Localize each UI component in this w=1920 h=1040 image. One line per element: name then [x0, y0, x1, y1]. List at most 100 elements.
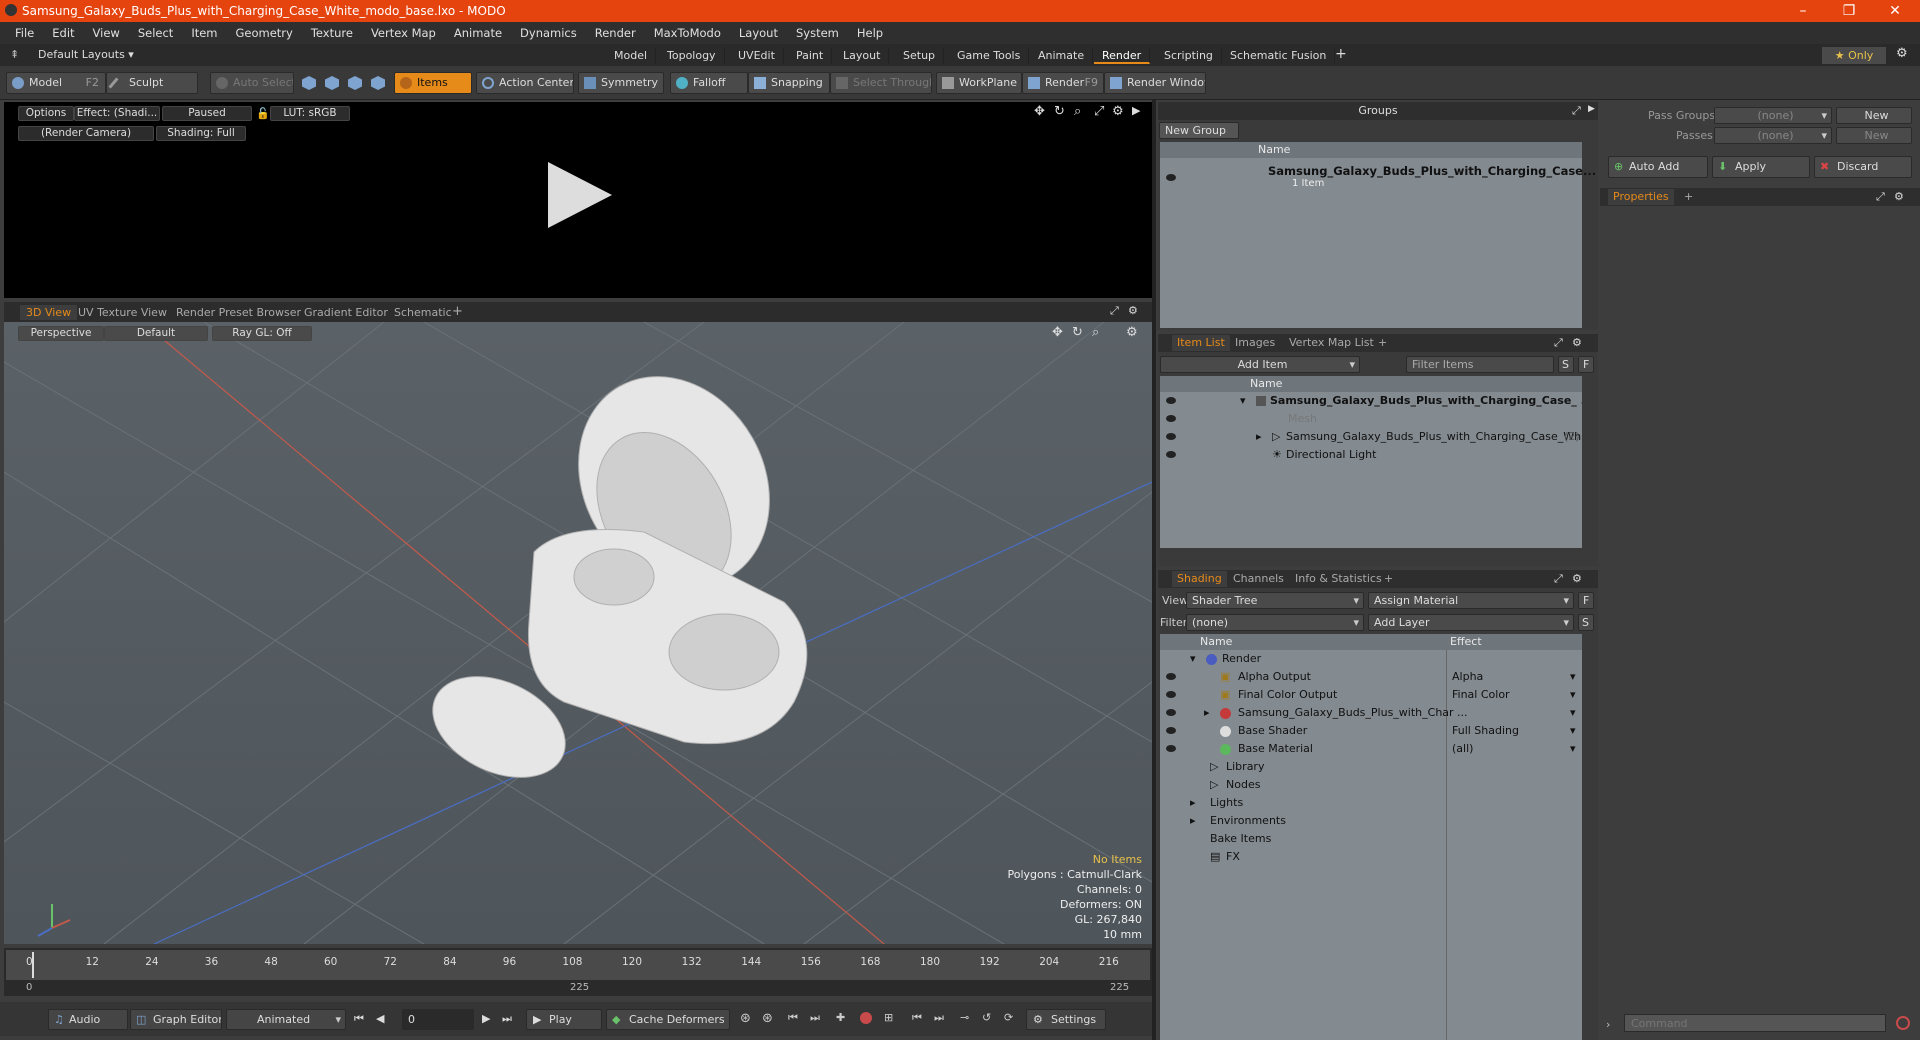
- tab-schematic-fusion[interactable]: Schematic Fusion: [1222, 47, 1336, 64]
- render-camera-dropdown[interactable]: (Render Camera): [18, 126, 154, 141]
- shader-row[interactable]: ▸ Environments: [1160, 812, 1582, 830]
- default-layouts-dropdown[interactable]: Default Layouts ▾: [38, 48, 134, 61]
- preview-paused-button[interactable]: Paused: [162, 106, 252, 121]
- menu-select[interactable]: Select: [129, 26, 182, 40]
- auto-key-icon[interactable]: ⊛: [762, 1011, 773, 1026]
- passes-dropdown[interactable]: (none): [1714, 127, 1832, 144]
- materials-mode-icon[interactable]: [371, 76, 385, 90]
- next-frame-icon[interactable]: ⏭: [934, 1011, 944, 1025]
- add-itemlist-tab-icon[interactable]: +: [1378, 334, 1387, 352]
- tab-info-statistics[interactable]: Info & Statistics: [1290, 571, 1387, 587]
- menu-item[interactable]: Item: [182, 26, 226, 40]
- group-visibility-icon[interactable]: [1166, 174, 1176, 181]
- key-icon[interactable]: ⊛: [740, 1011, 751, 1026]
- list-item[interactable]: ▾ Samsung_Galaxy_Buds_Plus_with_Charging_…: [1160, 392, 1582, 410]
- tab-channels[interactable]: Channels: [1228, 571, 1289, 587]
- new-pass-group-button[interactable]: New: [1836, 107, 1912, 124]
- effect-dropdown-icon[interactable]: ▾: [1570, 722, 1576, 740]
- viewport-zoom-icon[interactable]: ⌕: [1092, 325, 1099, 340]
- add-shading-tab-icon[interactable]: +: [1384, 570, 1393, 588]
- expand-arrow-icon[interactable]: ▸: [1190, 812, 1196, 830]
- move-icon[interactable]: ✥: [1034, 104, 1045, 119]
- select-through-button[interactable]: Select Through: [830, 72, 932, 94]
- menu-edit[interactable]: Edit: [43, 26, 83, 40]
- properties-expand-icon[interactable]: ⤢: [1876, 188, 1885, 206]
- auto-select-button[interactable]: Auto Select: [210, 72, 294, 94]
- only-toggle[interactable]: ★ Only: [1822, 47, 1886, 64]
- gear-icon[interactable]: ⚙: [1896, 46, 1908, 61]
- layout-menu-icon[interactable]: ⇞: [10, 48, 19, 61]
- groups-arrow-icon[interactable]: ▶: [1588, 104, 1595, 114]
- record-icon[interactable]: [860, 1012, 872, 1024]
- shader-row[interactable]: Base Material (all) ▾: [1160, 740, 1582, 758]
- shader-row[interactable]: ▾ Render: [1160, 650, 1582, 668]
- menu-geometry[interactable]: Geometry: [227, 26, 302, 40]
- panel-divider[interactable]: [1152, 100, 1156, 1040]
- effect-dropdown-icon[interactable]: ▾: [1570, 704, 1576, 722]
- shading-dropdown[interactable]: Shading: Full: [156, 126, 246, 141]
- falloff-button[interactable]: Falloff: [670, 72, 748, 94]
- items-mode-button[interactable]: Items: [394, 72, 472, 94]
- go-end-icon[interactable]: ⏭: [502, 1012, 512, 1026]
- maximize-icon[interactable]: ⤢: [1094, 104, 1104, 119]
- tab-render-preset-browser[interactable]: Render Preset Browser: [170, 305, 307, 320]
- list-item[interactable]: ▸ ▷ Samsung_Galaxy_Buds_Plus_with_Charging…: [1160, 428, 1582, 446]
- menu-system[interactable]: System: [787, 26, 848, 40]
- viewport-maximize-icon[interactable]: ⤢: [1110, 304, 1119, 318]
- settings-icon[interactable]: ⚙: [1112, 104, 1124, 119]
- polygons-mode-icon[interactable]: [348, 76, 362, 90]
- new-pass-button[interactable]: New: [1836, 127, 1912, 144]
- raygl-dropdown[interactable]: Ray GL: Off: [212, 326, 312, 341]
- itemlist-expand-icon[interactable]: ⤢: [1554, 334, 1563, 352]
- effect-dropdown-icon[interactable]: ▾: [1570, 740, 1576, 758]
- menu-dynamics[interactable]: Dynamics: [511, 26, 586, 40]
- menu-help[interactable]: Help: [848, 26, 892, 40]
- visibility-icon[interactable]: [1166, 397, 1176, 404]
- perspective-dropdown[interactable]: Perspective: [18, 326, 104, 341]
- render-preview[interactable]: Options Effect: (Shadi... Paused 🔓 LUT: …: [4, 102, 1152, 298]
- key-filter-icon[interactable]: ⊞: [884, 1011, 893, 1024]
- minimize-button[interactable]: –: [1780, 0, 1826, 22]
- next-key-icon[interactable]: ⏭: [810, 1011, 820, 1025]
- shader-row[interactable]: ▤ FX: [1160, 848, 1582, 866]
- visibility-icon[interactable]: [1166, 433, 1176, 440]
- expand-arrow-icon[interactable]: ▸: [1190, 794, 1196, 812]
- render-button[interactable]: Render F9: [1022, 72, 1104, 94]
- tab-3d-view[interactable]: 3D View: [20, 305, 78, 320]
- list-item[interactable]: ⬡ Mesh: [1160, 410, 1582, 428]
- add-item-dropdown[interactable]: Add Item: [1160, 356, 1360, 373]
- add-layer-dropdown[interactable]: Add Layer: [1368, 614, 1574, 631]
- add-tab-button[interactable]: +: [1335, 46, 1347, 62]
- sync-icon[interactable]: ⟳: [1004, 1011, 1013, 1024]
- snapping-button[interactable]: Snapping: [748, 72, 830, 94]
- symmetry-button[interactable]: Symmetry: [578, 72, 664, 94]
- new-group-button[interactable]: New Group: [1159, 122, 1239, 139]
- tab-topology[interactable]: Topology: [659, 47, 725, 64]
- group-item-name[interactable]: Samsung_Galaxy_Buds_Plus_with_Charging_C…: [1268, 164, 1596, 178]
- discard-button[interactable]: ✖ Discard: [1814, 156, 1912, 178]
- tab-schematic[interactable]: Schematic: [388, 305, 458, 320]
- model-button[interactable]: Model F2: [6, 72, 106, 94]
- effect-dropdown-icon[interactable]: ▾: [1570, 668, 1576, 686]
- shading-expand-icon[interactable]: ⤢: [1554, 570, 1563, 588]
- pass-groups-dropdown[interactable]: (none): [1714, 107, 1832, 124]
- cache-deformers-button[interactable]: ◆ Cache Deformers: [606, 1009, 730, 1030]
- collapse-arrow-icon[interactable]: ▾: [1190, 650, 1196, 668]
- timeline[interactable]: 0 12 24 36 48 60 72 84 96 108 120 132 144 156 168 180 19…: [4, 948, 1152, 996]
- groups-expand-icon[interactable]: ⤢: [1572, 104, 1581, 118]
- effect-dropdown-icon[interactable]: ▾: [1570, 686, 1576, 704]
- visibility-icon[interactable]: [1166, 727, 1176, 734]
- tab-layout[interactable]: Layout: [835, 47, 890, 64]
- auto-add-button[interactable]: ⊕ Auto Add: [1608, 156, 1708, 178]
- assign-material-dropdown[interactable]: Assign Material: [1368, 592, 1574, 609]
- visibility-icon[interactable]: [1166, 745, 1176, 752]
- apply-button[interactable]: ⬇ Apply: [1712, 156, 1810, 178]
- zoom-icon[interactable]: ⌕: [1074, 104, 1081, 119]
- tab-uvedit[interactable]: UVEdit: [730, 47, 784, 64]
- menu-render[interactable]: Render: [586, 26, 645, 40]
- command-input[interactable]: [1624, 1014, 1886, 1032]
- default-style-dropdown[interactable]: Default: [104, 326, 208, 341]
- step-forward-icon[interactable]: ▶: [482, 1012, 490, 1025]
- play-preview-icon[interactable]: [548, 162, 612, 228]
- vertices-mode-icon[interactable]: [302, 76, 316, 90]
